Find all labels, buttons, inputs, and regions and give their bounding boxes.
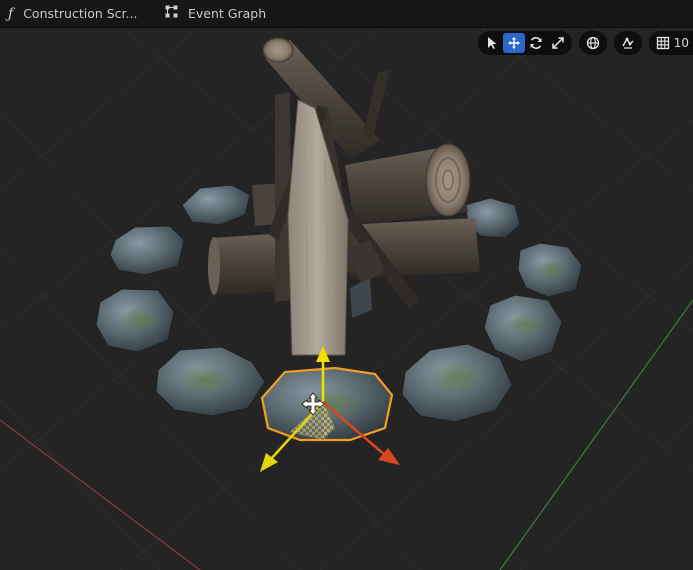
surface-snap-button[interactable] [617,33,639,53]
transform-tool-group [477,31,572,55]
cursor-arrow-icon [487,37,497,49]
coordinate-space-group [578,31,607,55]
tab-event-graph[interactable]: Event Graph [165,0,266,27]
grid-x-axis [0,419,201,570]
select-tool-button[interactable] [481,33,503,53]
scale-icon [551,37,564,49]
function-icon: ƒ [8,5,14,22]
tab-label: Event Graph [188,6,267,21]
scene-canvas[interactable] [0,27,693,570]
event-graph-icon [165,5,178,22]
grid-snap-group: 10 [648,31,693,55]
move-arrows-icon [507,37,520,49]
rotate-tool-button[interactable] [525,33,547,53]
editor-viewport[interactable]: ƒ Construction Scr... Event Graph 10 [0,0,693,570]
rotate-icon [530,37,542,49]
tab-construction-script[interactable]: ƒ Construction Scr... [8,0,137,27]
graph-tab-bar: ƒ Construction Scr... Event Graph [0,0,693,28]
viewport-toolbar: 10 [471,31,693,55]
globe-icon [586,36,599,50]
tab-label: Construction Scr... [23,6,138,21]
surface-snap-icon [622,37,634,49]
grid-icon [656,36,669,50]
translate-tool-button[interactable] [502,33,525,53]
surface-snap-group [613,31,642,55]
grid-snap-button[interactable] [652,33,674,53]
world-local-toggle[interactable] [582,33,604,53]
grid-snap-value[interactable]: 10 [674,36,693,50]
scale-tool-button[interactable] [547,33,569,53]
